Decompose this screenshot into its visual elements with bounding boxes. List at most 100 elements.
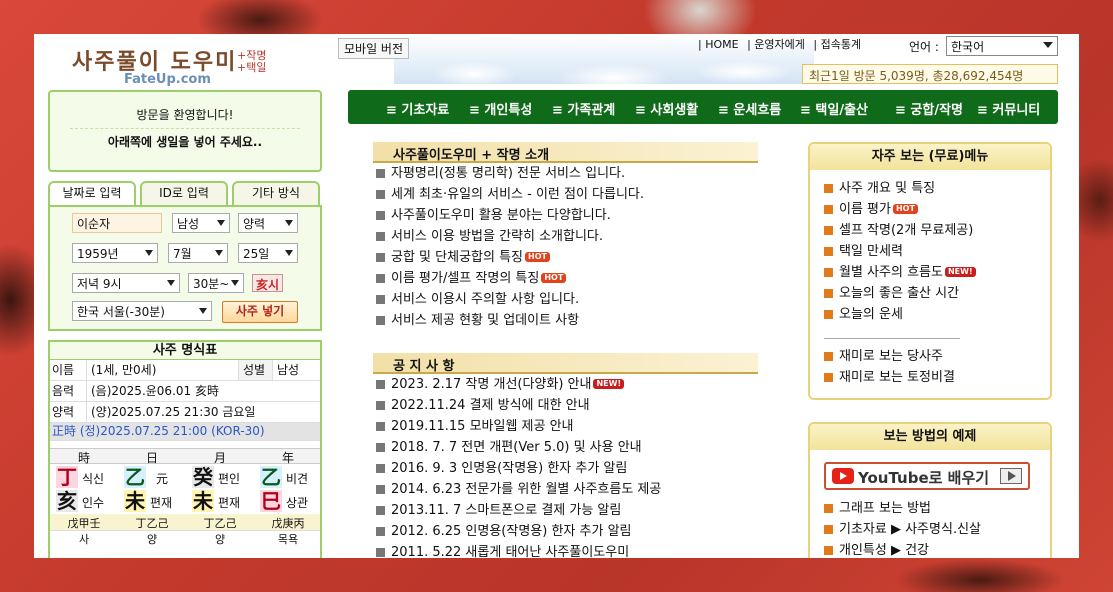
language-select[interactable]: 한국어 <box>946 36 1058 56</box>
list-item[interactable]: 기초자료 ▶ 사주명식.신살 <box>824 519 981 540</box>
list-item[interactable]: 월별 사주의 흐름도 NEW! <box>824 262 976 283</box>
fun-menu-list: 재미로 보는 당사주 재미로 보는 토정비결 <box>824 346 955 388</box>
branch-day: 未 <box>124 489 146 513</box>
day-value: 25일 <box>243 247 270 261</box>
tab-date-input[interactable]: 날짜로 입력 <box>48 181 136 207</box>
row-name: 이름 (1세, 만0세) 성별 남성 <box>50 360 320 381</box>
true-time-value: 正時 (정)2025.07.25 21:00 (KOR-30) <box>52 424 265 438</box>
list-item[interactable]: 이름 평가 HOT <box>824 199 976 220</box>
list-item[interactable]: 2019.11.15 모바일웹 제공 안내 <box>376 416 756 437</box>
day-select[interactable]: 25일 <box>238 243 298 263</box>
tab-id-input[interactable]: ID로 입력 <box>140 181 228 205</box>
pillar-head-hour: 時 <box>77 451 90 465</box>
examples-box: 보는 방법의 예제 YouTube로 배우기 그래프 보는 방법 기초자료 ▶ … <box>808 422 1052 558</box>
list-item[interactable]: 자평명리(정통 명리학) 전문 서비스 입니다. <box>376 163 756 184</box>
stem-note-year: 비견 <box>286 472 309 486</box>
list-item[interactable]: 택일 만세력 <box>824 241 976 262</box>
branch-note-hour: 인수 <box>82 496 105 510</box>
list-item[interactable]: 2013.11. 7 스마트폰으로 결제 가능 알림 <box>376 500 756 521</box>
hour-select[interactable]: 저녁 9시 <box>72 273 180 293</box>
month-select[interactable]: 7월 <box>168 243 228 263</box>
minute-select[interactable]: 30분~ <box>188 273 244 293</box>
calendar-select[interactable]: 양력 <box>238 213 298 233</box>
list-item[interactable]: 재미로 보는 토정비결 <box>824 367 955 388</box>
hidden-stem-day: 丁乙己 <box>135 517 169 530</box>
visitor-counter: 최근1일 방문 5,039명, 총28,692,454명 <box>802 64 1058 84</box>
list-item[interactable]: 2018. 7. 7 전면 개편(Ver 5.0) 및 사용 안내 <box>376 437 756 458</box>
list-item[interactable]: 궁합 및 단체궁합의 특징 HOT <box>376 247 756 268</box>
hidden-stem-year: 戊庚丙 <box>271 517 305 530</box>
name-input[interactable]: 이순자 <box>72 213 162 233</box>
chevron-down-icon <box>215 250 223 256</box>
menu-date-birth[interactable]: ≡ 택일/출산 <box>800 99 868 118</box>
logo-url: FateUp.com <box>124 72 211 87</box>
list-item[interactable]: 2022.11.24 결제 방식에 대한 안내 <box>376 395 756 416</box>
list-item[interactable]: 서비스 제공 현황 및 업데이트 사항 <box>376 310 756 331</box>
menu-family[interactable]: ≡ 가족관계 <box>552 99 615 118</box>
minute-value: 30분~ <box>193 277 230 291</box>
pillar-headers: 時 日 月 年 <box>50 448 320 465</box>
menu-social-life[interactable]: ≡ 사회생활 <box>635 99 698 118</box>
stem-note-month: 편인 <box>218 472 241 486</box>
name-key: 이름 <box>52 363 75 377</box>
submit-saju-button[interactable]: 사주 넣기 <box>222 301 298 323</box>
branch-hour: 亥 <box>56 489 78 513</box>
list-item[interactable]: 2011. 5.22 새롭게 태어난 사주풀이도우미 <box>376 542 756 558</box>
list-item[interactable]: 사주풀이도우미 활용 분야는 다양합니다. <box>376 205 756 226</box>
logo-sub-taekil: +택일 <box>237 61 267 74</box>
menu-personality[interactable]: ≡ 개인특성 <box>469 99 532 118</box>
free-item-3: 택일 만세력 <box>839 244 903 259</box>
list-item[interactable]: 2023. 2.17 작명 개선(다양화) 안내 NEW! <box>376 374 756 395</box>
home-link[interactable]: | HOME <box>698 38 739 51</box>
stats-link[interactable]: | 접속통계 <box>813 38 861 51</box>
gender-select[interactable]: 남성 <box>172 213 230 233</box>
saju-chart-title: 사주 명식표 <box>50 342 320 360</box>
list-item[interactable]: 2012. 6.25 인명용(작명용) 한자 추가 알림 <box>376 521 756 542</box>
hour-value: 저녁 9시 <box>77 277 122 291</box>
free-menu-box: 자주 보는 (무료)메뉴 사주 개요 및 특징 이름 평가 HOT 셀프 작명(2… <box>808 142 1052 400</box>
list-item[interactable]: 재미로 보는 당사주 <box>824 346 955 367</box>
year-select[interactable]: 1959년 <box>72 243 158 263</box>
lunar-key: 음력 <box>52 384 75 398</box>
stem-month: 癸 <box>192 465 214 489</box>
chevron-down-icon <box>285 220 293 226</box>
list-item[interactable]: 오늘의 좋은 출산 시간 <box>824 283 976 304</box>
intro-item-5: 이름 평가/셀프 작명의 특징 <box>391 271 540 286</box>
menu-fortune-flow[interactable]: ≡ 운세흐름 <box>718 99 781 118</box>
list-item[interactable]: 오늘의 운세 <box>824 304 976 325</box>
list-item[interactable]: 그래프 보는 방법 <box>824 498 981 519</box>
notice-item-5: 2014. 6.23 전문가를 위한 월별 사주흐름도 제공 <box>391 482 662 497</box>
solar-value: (양)2025.07.25 21:30 금요일 <box>86 402 255 422</box>
examples-list: 그래프 보는 방법 기초자료 ▶ 사주명식.신살 개인특성 ▶ 건강 <box>824 498 981 558</box>
location-select[interactable]: 한국 서울(-30분) <box>72 301 212 321</box>
hot-badge: HOT <box>541 273 567 283</box>
list-item[interactable]: 셀프 작명(2개 무료제공) <box>824 220 976 241</box>
list-item[interactable]: 사주 개요 및 특징 <box>824 178 976 199</box>
tab-other-input[interactable]: 기타 방식 <box>232 181 320 205</box>
input-tabs: 날짜로 입력 ID로 입력 기타 방식 <box>48 181 322 207</box>
list-item[interactable]: 서비스 이용시 주의할 사항 입니다. <box>376 289 756 310</box>
chevron-down-icon <box>1043 42 1053 48</box>
list-item[interactable]: 세계 최초·유일의 서비스 - 이런 점이 다릅니다. <box>376 184 756 205</box>
notice-item-1: 2022.11.24 결제 방식에 대한 안내 <box>391 398 590 413</box>
site-logo[interactable]: 사주풀이 도우미 +작명 +택일 FateUp.com <box>72 42 282 92</box>
menu-basic-data[interactable]: ≡ 기초자료 <box>386 99 449 118</box>
new-badge: NEW! <box>593 379 625 389</box>
list-item[interactable]: 2014. 6.23 전문가를 위한 월별 사주흐름도 제공 <box>376 479 756 500</box>
menu-community[interactable]: ≡ 커뮤니티 <box>977 99 1040 118</box>
notice-item-4: 2016. 9. 3 인명용(작명용) 한자 추가 알림 <box>391 461 628 476</box>
divider <box>824 338 960 339</box>
list-item[interactable]: 2016. 9. 3 인명용(작명용) 한자 추가 알림 <box>376 458 756 479</box>
list-item[interactable]: 이름 평가/셀프 작명의 특징 HOT <box>376 268 756 289</box>
youtube-learn-button[interactable]: YouTube로 배우기 <box>824 462 1030 490</box>
sex-value: 남성 <box>272 360 320 380</box>
mobile-version-button[interactable]: 모바일 버전 <box>338 38 410 59</box>
notice-item-8: 2011. 5.22 새롭게 태어난 사주풀이도우미 <box>391 545 630 558</box>
top-links: | HOME | 운영자에게 | 접속통계 <box>698 36 866 52</box>
list-item[interactable]: 개인특성 ▶ 건강 <box>824 540 981 558</box>
menu-compat-naming[interactable]: ≡ 궁합/작명 <box>895 99 963 118</box>
list-item[interactable]: 서비스 이용 방법을 간략히 소개합니다. <box>376 226 756 247</box>
contact-admin-link[interactable]: | 운영자에게 <box>747 38 805 51</box>
welcome-line-2: 아래쪽에 생일을 넣어 주세요.. <box>70 128 300 150</box>
calendar-value: 양력 <box>243 217 266 231</box>
